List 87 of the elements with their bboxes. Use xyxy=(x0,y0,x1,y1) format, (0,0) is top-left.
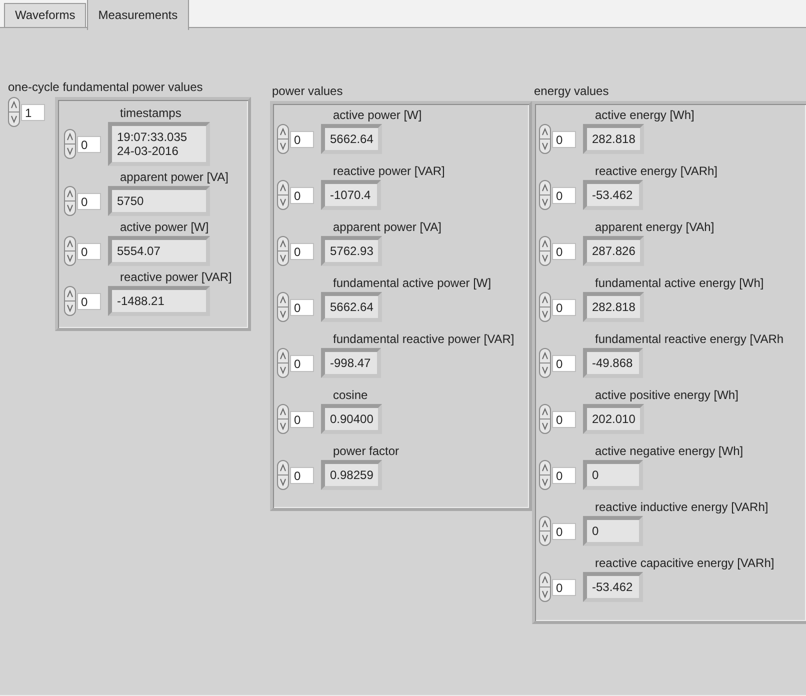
indicator-label: fundamental active power [W] xyxy=(332,276,492,292)
indicator-label: apparent power [VA] xyxy=(332,220,443,236)
spinner-button[interactable] xyxy=(277,124,289,154)
indicator-label: fundamental reactive energy [VARh xyxy=(594,332,785,348)
spinner-button[interactable] xyxy=(277,180,289,210)
indicator-label: reactive power [VAR] xyxy=(119,270,233,286)
indicator-label: active negative energy [Wh] xyxy=(594,444,744,460)
indicator-label: apparent energy [VAh] xyxy=(594,220,716,236)
value-display: 287.826 xyxy=(583,236,644,266)
indicator-label: active power [W] xyxy=(119,220,210,236)
indicator-label: reactive energy [VARh] xyxy=(594,164,719,180)
spinner-button[interactable] xyxy=(539,460,551,490)
spinner-button[interactable] xyxy=(8,97,20,127)
spinner-button[interactable] xyxy=(64,286,76,316)
value-display: 0 xyxy=(583,516,643,546)
index-field[interactable]: 0 xyxy=(552,466,576,484)
spinner-button[interactable] xyxy=(539,236,551,266)
index-field[interactable]: 0 xyxy=(552,522,576,540)
value-display: 19:07:33.035 24-03-2016 xyxy=(108,122,210,166)
value-display: 0.98259 xyxy=(321,460,382,490)
spinner-button[interactable] xyxy=(64,186,76,216)
index-field[interactable]: 0 xyxy=(552,410,576,428)
array-label: one-cycle fundamental power values xyxy=(7,80,204,96)
cluster-label: energy values xyxy=(533,84,610,100)
value-display: 282.818 xyxy=(583,124,644,154)
value-display: 5762.93 xyxy=(321,236,382,266)
index-field[interactable]: 0 xyxy=(290,186,314,204)
index-field[interactable]: 0 xyxy=(552,298,576,316)
cluster-label: power values xyxy=(271,84,344,100)
spinner-button[interactable] xyxy=(539,572,551,602)
index-field[interactable]: 0 xyxy=(77,192,101,210)
index-field[interactable]: 1 xyxy=(21,104,45,120)
index-field[interactable]: 0 xyxy=(77,136,101,152)
index-field[interactable]: 0 xyxy=(290,410,314,428)
value-display: 282.818 xyxy=(583,292,644,322)
indicator-label: timestamps xyxy=(119,106,182,122)
spinner-button[interactable] xyxy=(539,180,551,210)
indicator-label: active energy [Wh] xyxy=(594,108,696,124)
spinner-button[interactable] xyxy=(64,129,76,159)
spinner-button[interactable] xyxy=(539,292,551,322)
value-display: 5662.64 xyxy=(321,124,382,154)
spinner-button[interactable] xyxy=(277,404,289,434)
spinner-button[interactable] xyxy=(539,404,551,434)
index-field[interactable]: 0 xyxy=(290,354,314,372)
spinner-button[interactable] xyxy=(539,516,551,546)
value-display: -49.868 xyxy=(583,348,643,378)
tab[interactable]: Measurements xyxy=(87,0,189,30)
indicator-label: active power [W] xyxy=(332,108,423,124)
value-display: 202.010 xyxy=(583,404,644,434)
index-field[interactable]: 0 xyxy=(290,130,314,148)
index-field[interactable]: 0 xyxy=(77,242,101,260)
index-field[interactable]: 0 xyxy=(552,186,576,204)
indicator-label: reactive inductive energy [VARh] xyxy=(594,500,770,516)
spinner-button[interactable] xyxy=(277,292,289,322)
value-display: -1070.4 xyxy=(321,180,381,210)
index-field[interactable]: 0 xyxy=(290,242,314,260)
indicator-label: power factor xyxy=(332,444,400,460)
spinner-button[interactable] xyxy=(539,124,551,154)
spinner-button[interactable] xyxy=(277,348,289,378)
value-display: 0.90400 xyxy=(321,404,382,434)
value-display: 5750 xyxy=(108,186,210,216)
value-display: 5554.07 xyxy=(108,236,210,266)
value-display: 5662.64 xyxy=(321,292,382,322)
index-field[interactable]: 0 xyxy=(552,578,576,596)
indicator-label: reactive power [VAR] xyxy=(332,164,446,180)
index-field[interactable]: 0 xyxy=(552,354,576,372)
spinner-button[interactable] xyxy=(64,236,76,266)
indicator-label: reactive capacitive energy [VARh] xyxy=(594,556,776,572)
value-display: -53.462 xyxy=(583,180,643,210)
index-field[interactable]: 0 xyxy=(77,292,101,310)
spinner-button[interactable] xyxy=(277,460,289,490)
index-field[interactable]: 0 xyxy=(552,130,576,148)
index-field[interactable]: 0 xyxy=(290,466,314,484)
spinner-button[interactable] xyxy=(539,348,551,378)
value-display: -998.47 xyxy=(321,348,381,378)
value-display: -1488.21 xyxy=(108,286,210,316)
indicator-label: fundamental reactive power [VAR] xyxy=(332,332,516,348)
indicator-label: apparent power [VA] xyxy=(119,170,230,186)
tab[interactable]: Waveforms xyxy=(4,3,86,27)
value-display: 0 xyxy=(583,460,643,490)
index-field[interactable]: 0 xyxy=(290,298,314,316)
spinner-button[interactable] xyxy=(277,236,289,266)
value-display: -53.462 xyxy=(583,572,643,602)
indicator-label: active positive energy [Wh] xyxy=(594,388,740,404)
indicator-label: fundamental active energy [Wh] xyxy=(594,276,765,292)
indicator-label: cosine xyxy=(332,388,369,404)
index-field[interactable]: 0 xyxy=(552,242,576,260)
